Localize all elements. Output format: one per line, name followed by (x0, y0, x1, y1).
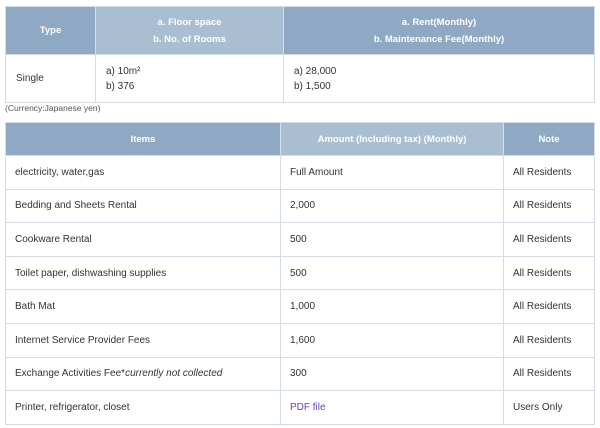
item-cell: electricity, water,gas (5, 155, 281, 190)
note-cell: All Residents (503, 222, 595, 257)
rooms-count-value: b) 376 (106, 80, 135, 92)
maintenance-fee-value: b) 1,500 (294, 80, 331, 92)
amount-cell: 300 (280, 356, 504, 392)
amount-cell: 500 (280, 222, 504, 257)
header-type: Type (5, 6, 96, 55)
amount-cell: 2,000 (280, 188, 504, 224)
fee-table-header-row: Items Amount (Including tax) (Monthly) N… (5, 122, 595, 156)
table-row: Cookware Rental 500 All Residents (5, 222, 595, 257)
amount-cell: 1,000 (280, 289, 504, 324)
table-row: Toilet paper, dishwashing supplies 500 A… (5, 255, 595, 291)
item-label: Exchange Activities Fee* (15, 368, 126, 380)
header-floor-line1: a. Floor space (157, 16, 222, 28)
item-italic-note: currently not collected (125, 368, 223, 380)
note-cell: All Residents (503, 155, 595, 190)
room-table-row: Single a) 10m² b) 376 a) 28,000 b) 1,500 (5, 54, 595, 103)
note-cell: All Residents (503, 322, 595, 358)
header-amount: Amount (Including tax) (Monthly) (280, 122, 504, 156)
header-floor-line2: b. No. of Rooms (153, 33, 226, 45)
amount-cell: 500 (280, 255, 504, 291)
header-floor-space: a. Floor space b. No. of Rooms (95, 6, 284, 55)
header-rent-line1: a. Rent(Monthly) (401, 16, 477, 28)
floor-space-cell: a) 10m² b) 376 (95, 54, 284, 103)
fee-table: Items Amount (Including tax) (Monthly) N… (5, 122, 595, 425)
rent-value: a) 28,000 (294, 65, 337, 77)
currency-note: (Currency:Japanese yen) (5, 103, 101, 113)
header-rent: a. Rent(Monthly) b. Maintenance Fee(Mont… (283, 6, 595, 55)
item-cell: Printer, refrigerator, closet (5, 390, 281, 425)
table-row: Internet Service Provider Fees 1,600 All… (5, 322, 595, 358)
item-cell: Bath Mat (5, 289, 281, 324)
room-type-table: Type a. Floor space b. No. of Rooms a. R… (5, 6, 595, 103)
item-cell: Internet Service Provider Fees (5, 322, 281, 358)
amount-cell: 1,600 (280, 322, 504, 358)
item-cell: Bedding and Sheets Rental (5, 188, 281, 224)
item-cell: Toilet paper, dishwashing supplies (5, 255, 281, 291)
note-cell: All Residents (503, 356, 595, 392)
pdf-file-link[interactable]: PDF file (290, 402, 326, 413)
amount-cell: PDF file (280, 390, 504, 425)
note-cell: All Residents (503, 289, 595, 324)
table-row: Bedding and Sheets Rental 2,000 All Resi… (5, 188, 595, 224)
amount-cell: Full Amount (280, 155, 504, 190)
floor-space-value: a) 10m² (106, 65, 141, 77)
table-row: Exchange Activities Fee*currently not co… (5, 356, 595, 392)
room-table-header-row: Type a. Floor space b. No. of Rooms a. R… (5, 6, 595, 55)
header-rent-line2: b. Maintenance Fee(Monthly) (373, 33, 505, 45)
header-items: Items (5, 122, 281, 156)
note-cell: Users Only (503, 390, 595, 425)
table-row: electricity, water,gas Full Amount All R… (5, 155, 595, 190)
table-row: Bath Mat 1,000 All Residents (5, 289, 595, 324)
note-cell: All Residents (503, 255, 595, 291)
note-cell: All Residents (503, 188, 595, 224)
item-cell: Exchange Activities Fee*currently not co… (5, 356, 281, 392)
rent-cell: a) 28,000 b) 1,500 (283, 54, 595, 103)
item-cell: Cookware Rental (5, 222, 281, 257)
room-type-cell: Single (5, 54, 96, 103)
header-note: Note (503, 122, 595, 156)
table-row: Printer, refrigerator, closet PDF file U… (5, 390, 595, 425)
